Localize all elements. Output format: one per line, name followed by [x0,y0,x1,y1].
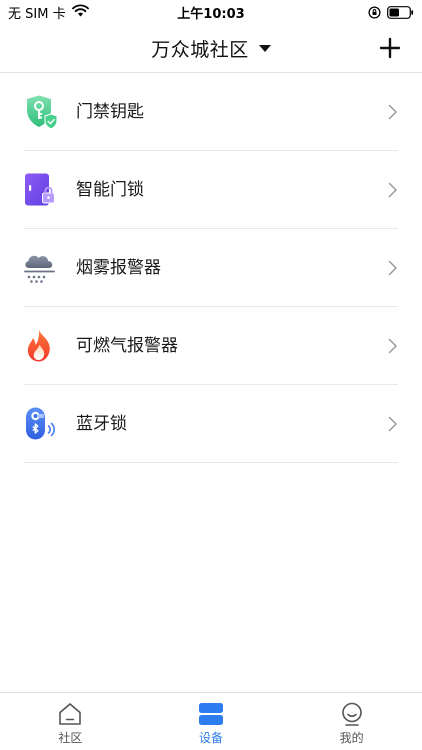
chevron-right-icon [388,338,397,354]
add-device-button[interactable] [378,36,402,60]
device-label: 蓝牙锁 [76,414,127,434]
device-item-gas-alarm[interactable]: 可燃气报警器 [0,307,422,385]
bluetooth-lock-icon [22,406,58,442]
device-item-bluetooth-lock[interactable]: 蓝牙锁 [0,385,422,463]
tab-label: 设备 [199,731,224,745]
chevron-right-icon [388,416,397,432]
tab-bar: 社区 设备 我的 [0,692,422,750]
tab-community[interactable]: 社区 [0,693,141,750]
status-right [368,4,414,20]
chevron-right-icon [388,260,397,276]
chevron-right-icon [388,182,397,198]
profile-icon [339,701,365,727]
tab-devices[interactable]: 设备 [141,693,282,750]
smoke-alarm-icon [22,250,58,286]
smart-door-lock-icon [22,172,58,208]
device-label: 门禁钥匙 [76,102,144,122]
nav-bar: 万众城社区 [0,24,422,73]
device-label: 可燃气报警器 [76,336,178,356]
device-item-access-key[interactable]: 门禁钥匙 [0,73,422,151]
orientation-lock-icon [368,5,381,19]
community-selector[interactable]: 万众城社区 [0,24,422,72]
device-list: 门禁钥匙 智能门锁 烟雾报警器 可燃气报警器 蓝牙锁 [0,73,422,463]
plus-icon [379,37,401,59]
device-label: 智能门锁 [76,180,144,200]
device-screen: 无 SIM 卡 上午10:03 万众城社区 门禁钥匙 智能门锁 烟雾报警器 可燃… [0,0,422,750]
page-title: 万众城社区 [151,38,249,61]
flame-icon [22,328,58,364]
device-label: 烟雾报警器 [76,258,161,278]
tab-label: 我的 [339,731,364,745]
tab-label: 社区 [58,731,83,745]
chevron-right-icon [388,104,397,120]
devices-icon [198,701,224,727]
status-time: 上午10:03 [177,7,245,22]
device-item-smart-lock[interactable]: 智能门锁 [0,151,422,229]
shield-key-icon [22,94,58,130]
tab-profile[interactable]: 我的 [281,693,422,750]
caret-down-icon [258,44,271,52]
battery-icon [387,5,414,19]
device-item-smoke-alarm[interactable]: 烟雾报警器 [0,229,422,307]
home-icon [57,701,83,727]
status-bar: 无 SIM 卡 上午10:03 [0,0,422,24]
